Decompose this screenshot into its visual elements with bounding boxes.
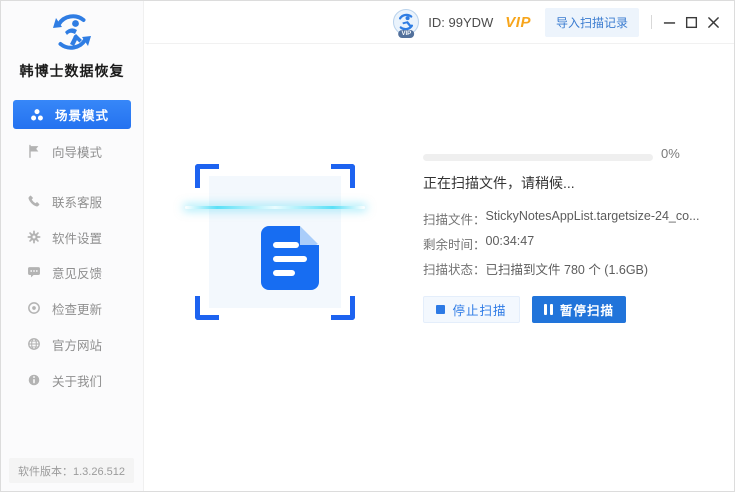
app-name: 韩博士数据恢复 [1, 61, 143, 81]
app-window: 韩博士数据恢复 场景模式 向导模式 联系客服 软件设置 [0, 0, 735, 492]
avatar-vip-badge: VIP [398, 30, 414, 38]
scan-laser-line [185, 206, 365, 209]
sidebar-item-official-website[interactable]: 官方网站 [1, 326, 144, 362]
wizard-mode-icon [27, 144, 41, 158]
user-avatar[interactable]: VIP [393, 9, 419, 35]
about-us-icon [27, 373, 41, 387]
maximize-icon [685, 16, 698, 29]
scan-animation [195, 164, 355, 320]
frame-corner-bottom-right [331, 296, 355, 320]
scanning-file-label: 扫描文件： [423, 209, 486, 228]
scan-progress-bar [423, 154, 653, 161]
frame-corner-bottom-left [195, 296, 219, 320]
sidebar-item-label: 联系客服 [52, 192, 102, 211]
official-website-icon [27, 337, 41, 351]
sidebar-item-label: 软件设置 [52, 228, 102, 247]
sidebar-item-scene-mode[interactable]: 场景模式 [13, 100, 131, 129]
settings-gear-icon [27, 230, 41, 244]
scan-state-value: 已扫描到文件 780 个 (1.6GB) [486, 259, 649, 278]
sidebar-item-settings[interactable]: 软件设置 [1, 219, 144, 255]
close-button[interactable] [702, 9, 724, 35]
check-update-icon [27, 301, 41, 315]
sidebar-item-contact-support[interactable]: 联系客服 [1, 183, 144, 219]
scan-panel [209, 176, 341, 308]
scan-status-title: 正在扫描文件，请稍候... [423, 173, 575, 193]
main-content: 0% 正在扫描文件，请稍候... 扫描文件： StickyNotesAppLis… [145, 44, 734, 491]
topbar-divider [651, 15, 652, 29]
stop-scan-label: 停止扫描 [452, 300, 506, 319]
stop-scan-button[interactable]: 停止扫描 [423, 296, 520, 323]
sidebar-item-label: 场景模式 [55, 105, 109, 124]
feedback-icon [27, 265, 41, 279]
sidebar-item-feedback[interactable]: 意见反馈 [1, 254, 144, 290]
import-scan-records-button[interactable]: 导入扫描记录 [545, 8, 639, 37]
sidebar-item-wizard-mode[interactable]: 向导模式 [1, 133, 144, 169]
minimize-button[interactable] [658, 9, 680, 35]
sidebar-item-label: 检查更新 [52, 299, 102, 318]
contact-support-icon [27, 194, 41, 208]
remaining-time-label: 剩余时间： [423, 234, 486, 253]
sidebar-item-about-us[interactable]: 关于我们 [1, 362, 144, 398]
frame-corner-top-left [195, 164, 219, 188]
scene-mode-icon [30, 108, 44, 122]
user-id-label: ID: 99YDW [428, 15, 493, 30]
scan-state-row: 扫描状态： 已扫描到文件 780 个 (1.6GB) [423, 259, 648, 278]
topbar: VIP ID: 99YDW VIP 导入扫描记录 [145, 1, 734, 44]
minimize-icon [663, 16, 676, 29]
maximize-button[interactable] [680, 9, 702, 35]
pause-icon [544, 304, 553, 315]
scanning-file-value: StickyNotesAppList.targetsize-24_co... [486, 209, 700, 228]
sidebar-item-label: 关于我们 [52, 371, 102, 390]
sidebar: 韩博士数据恢复 场景模式 向导模式 联系客服 软件设置 [1, 1, 144, 491]
pause-scan-button[interactable]: 暂停扫描 [532, 296, 626, 323]
remaining-time-value: 00:34:47 [486, 234, 535, 253]
remaining-time-row: 剩余时间： 00:34:47 [423, 234, 534, 253]
progress-percent-label: 0% [661, 146, 680, 161]
sidebar-item-check-update[interactable]: 检查更新 [1, 290, 144, 326]
stop-icon [436, 305, 445, 314]
document-file-icon [261, 226, 319, 290]
sidebar-item-label: 意见反馈 [52, 263, 102, 282]
pause-scan-label: 暂停扫描 [560, 300, 614, 319]
software-version-label: 软件版本：1.3.26.512 [9, 458, 134, 483]
frame-corner-top-right [331, 164, 355, 188]
scanning-file-row: 扫描文件： StickyNotesAppList.targetsize-24_c… [423, 209, 700, 228]
sidebar-item-label: 向导模式 [52, 142, 102, 161]
vip-badge[interactable]: VIP [505, 14, 531, 31]
scan-state-label: 扫描状态： [423, 259, 486, 278]
sidebar-item-label: 官方网站 [52, 335, 102, 354]
app-logo-icon [50, 10, 94, 54]
close-icon [707, 16, 720, 29]
